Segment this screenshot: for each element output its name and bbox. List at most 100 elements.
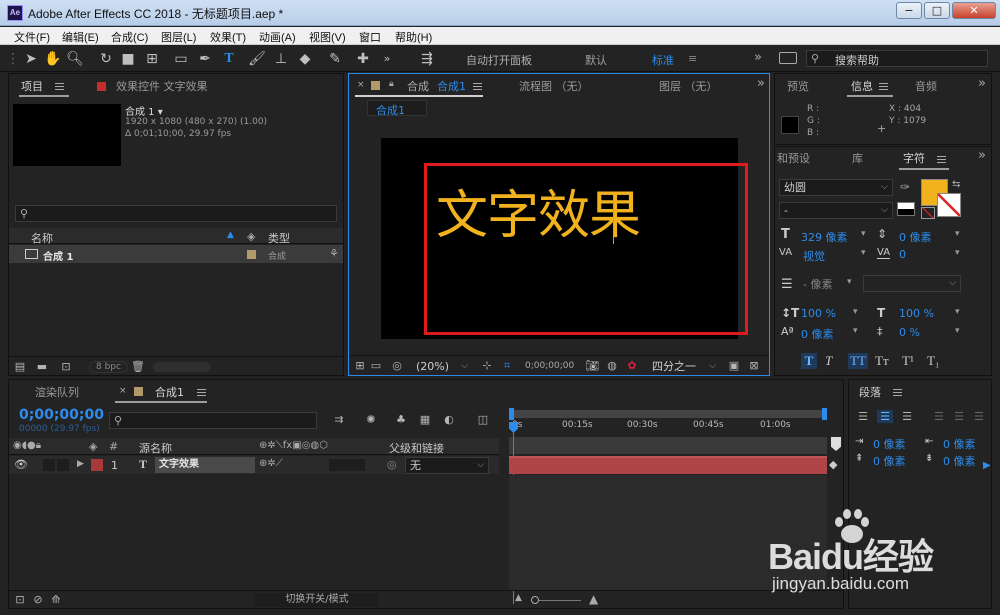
graph-editor-icon[interactable]: ◫ (475, 413, 491, 426)
menu-layer[interactable]: 图层(L) (161, 29, 196, 45)
region-of-interest-icon[interactable]: ⌗ (500, 359, 514, 373)
stroke-type-dropdown[interactable]: ⌵ (863, 275, 961, 292)
align-center-icon[interactable]: ☰ (877, 410, 893, 423)
layer-row[interactable]: 👁︎ ▶ 1 T 文字效果 ⊕✲⟋ ◎ 无 ⌵ (9, 456, 499, 474)
close-tab-icon[interactable]: × (357, 80, 365, 90)
tab-paragraph[interactable]: 段落 (859, 384, 881, 400)
panel-more-icon[interactable]: » (978, 148, 986, 163)
justify-all-icon[interactable]: ☰ (971, 410, 987, 423)
tab-preview[interactable]: 预览 (787, 78, 809, 94)
menu-window[interactable]: 窗口 (359, 29, 381, 45)
comp-end-marker[interactable] (831, 437, 841, 451)
color-channels-icon[interactable]: ✿ (625, 359, 639, 372)
kerning-value[interactable]: 视觉 (803, 248, 825, 264)
menu-effect[interactable]: 效果(T) (210, 29, 246, 45)
panel-menu-icon[interactable] (55, 83, 64, 90)
thumbnail-slider[interactable] (153, 362, 211, 372)
zoom-out-icon[interactable]: ▲ (515, 593, 522, 603)
font-style-dropdown[interactable]: - ⌵ (779, 202, 893, 219)
tab-character[interactable]: 字符 (903, 150, 925, 166)
chevron-down-icon[interactable]: ▾ (955, 229, 960, 239)
visibility-eye-icon[interactable]: 👁︎ (14, 458, 28, 471)
close-button[interactable]: ✕ (952, 2, 996, 19)
chevron-down-icon[interactable]: ▾ (861, 229, 866, 239)
grid-icon[interactable]: ⊹ (480, 359, 494, 372)
scroll-right-icon[interactable]: ▶ (983, 460, 991, 471)
justify-left-icon[interactable]: ☰ (931, 410, 947, 423)
tab-composition[interactable]: 合成 (407, 78, 429, 94)
tab-render-queue[interactable]: 渲染队列 (35, 384, 79, 400)
layer-name[interactable]: 文字效果 (155, 457, 255, 473)
faux-bold-button[interactable]: T (801, 353, 817, 369)
menu-help[interactable]: 帮助(H) (395, 29, 432, 45)
layer-switches-toggle-icon[interactable]: ⊡ (13, 593, 27, 606)
hand-tool-icon[interactable]: ✋ (44, 50, 62, 68)
menu-composition[interactable]: 合成(C) (111, 29, 148, 45)
tab-info[interactable]: 信息 (851, 78, 873, 94)
chevron-down-icon[interactable]: ▾ (955, 326, 960, 336)
rotate-tool-icon[interactable]: ↻ (97, 50, 115, 68)
workspace-menu-icon[interactable]: ≡ (688, 52, 697, 65)
font-size-value[interactable]: 329 像素 (801, 229, 848, 245)
vertical-scale-value[interactable]: 100 % (801, 307, 836, 320)
tab-timeline-comp[interactable]: 合成1 (155, 384, 184, 400)
puppet-pin-tool-icon[interactable]: ✚ (354, 50, 372, 68)
sync-icon[interactable] (779, 52, 797, 64)
comp-name[interactable]: 合成 1 ▾ (125, 103, 163, 118)
col-type[interactable]: 类型 (268, 230, 290, 246)
search-help-input[interactable]: ⚲ 搜索帮助 (806, 50, 988, 67)
timeline-track-area[interactable] (509, 475, 827, 591)
selection-tool-icon[interactable]: ➤ (22, 50, 40, 68)
fast-previews-icon[interactable]: ⊠ (747, 359, 761, 372)
superscript-button[interactable]: T¹ (902, 353, 914, 369)
workspace-default[interactable]: 默认 (585, 52, 607, 68)
no-fill-icon[interactable] (921, 207, 935, 219)
workspace-standard[interactable]: 标准 (652, 52, 674, 68)
solo-switch[interactable] (57, 459, 69, 471)
zoom-in-icon[interactable]: ▲ (589, 592, 598, 606)
justify-center-icon[interactable]: ☰ (951, 410, 967, 423)
in-out-toggle-icon[interactable]: ⟰ (49, 593, 63, 606)
col-source-name[interactable]: 源名称 (139, 440, 172, 456)
work-area-end-handle[interactable] (822, 408, 827, 420)
menu-animation[interactable]: 动画(A) (259, 29, 296, 45)
chevron-down-icon[interactable]: ▾ (861, 248, 866, 258)
chevron-down-icon[interactable]: ▾ (955, 307, 960, 317)
menu-file[interactable]: 文件(F) (14, 29, 50, 45)
minimize-button[interactable]: − (896, 2, 922, 19)
roto-brush-tool-icon[interactable]: ✎ (326, 50, 344, 68)
eyedropper-icon[interactable]: ✑ (900, 180, 910, 194)
project-item-row[interactable]: 合成 1 合成 ⚘ (9, 245, 343, 263)
snapshot-icon[interactable]: 📷︎ (585, 359, 599, 372)
panel-menu-icon[interactable] (893, 389, 902, 396)
small-caps-button[interactable]: Tт (875, 353, 889, 369)
tsume-value[interactable]: 0 % (899, 326, 920, 339)
comp-timecode[interactable]: 0;00;00;00 (525, 361, 574, 371)
current-time[interactable]: 0;00;00;00 (19, 407, 104, 423)
resolution-dropdown[interactable]: 四分之一 ⌵ (647, 358, 721, 375)
pan-behind-tool-icon[interactable]: ⊞ (143, 50, 161, 68)
pick-whip-icon[interactable]: ◎ (387, 458, 397, 471)
comp-mini-flowchart-icon[interactable]: ⇉ (331, 413, 347, 426)
chevron-down-icon[interactable]: ▾ (853, 307, 858, 317)
work-area-start-handle[interactable] (509, 408, 514, 420)
leading-value[interactable]: 0 像素 (899, 229, 932, 245)
panel-more-icon[interactable]: » (978, 76, 986, 91)
workspace-more[interactable]: » (754, 50, 762, 65)
menu-view[interactable]: 视图(V) (309, 29, 346, 45)
work-area-bar[interactable] (509, 410, 827, 418)
motion-blur-icon[interactable]: ◐ (441, 413, 457, 426)
faux-italic-button[interactable]: T (825, 353, 832, 369)
col-name[interactable]: 名称 (31, 230, 53, 246)
mask-visibility-icon[interactable]: ◎ (389, 359, 405, 372)
panel-menu-icon[interactable] (197, 389, 206, 396)
align-left-icon[interactable]: ☰ (855, 410, 871, 423)
horizontal-scale-value[interactable]: 100 % (899, 307, 934, 320)
tracking-value[interactable]: 0 (899, 248, 906, 261)
parent-dropdown[interactable]: 无 ⌵ (405, 457, 489, 474)
space-after-value[interactable]: 0 像素 (943, 453, 976, 469)
breadcrumb[interactable]: 合成1 (367, 100, 427, 117)
layer-duration-bar[interactable] (509, 456, 827, 474)
panel-menu-icon[interactable] (879, 83, 888, 90)
panel-more-icon[interactable]: » (757, 76, 765, 91)
